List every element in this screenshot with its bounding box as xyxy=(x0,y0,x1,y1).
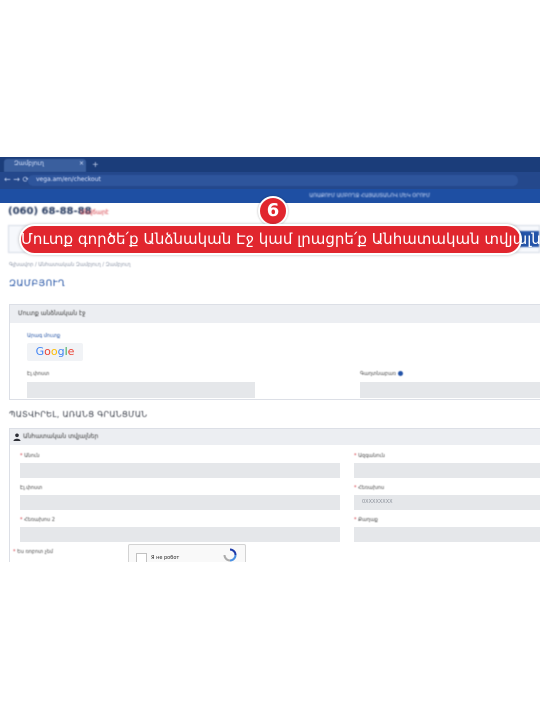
required-mark: * xyxy=(354,485,357,491)
login-password-field[interactable] xyxy=(360,382,540,398)
login-email-field[interactable] xyxy=(27,382,255,398)
google-login-button[interactable]: Google xyxy=(27,343,83,361)
site-phone[interactable]: (060) 68-88-88 xyxy=(8,206,92,217)
google-logo-letter: G xyxy=(35,345,45,358)
user-icon xyxy=(13,433,21,441)
city-select[interactable] xyxy=(354,527,540,542)
required-mark: * xyxy=(20,517,23,523)
personal-data-header: Անհատական տվյալներ xyxy=(10,429,540,445)
site-phone-note: Անվճարէ xyxy=(80,209,109,216)
phone-label: * Հեռախոս xyxy=(354,485,384,491)
browser-tab-bar: Զամբյուղ × + xyxy=(0,157,540,172)
first-name-label: * Անուն xyxy=(20,453,40,459)
phone2-label: * Հեռախոս 2 xyxy=(20,517,55,523)
login-password-label: Գաղտնաբառ xyxy=(360,371,403,377)
tutorial-canvas: Զամբյուղ × + ← → ⟳ vega.am/en/checkout Ա… xyxy=(0,0,540,720)
phone-label-text: Հեռախոս xyxy=(358,485,385,491)
navigation-arrows-icon[interactable]: ← → ⟳ xyxy=(4,175,29,184)
quick-login-label: Արագ մուտք xyxy=(27,333,61,339)
google-logo-letter: e xyxy=(67,345,75,358)
new-tab-icon[interactable]: + xyxy=(92,160,99,169)
captcha-label: * Ես ռոբոտ չեմ xyxy=(13,549,53,555)
phone-field[interactable]: 0XXXXXXXX xyxy=(354,495,540,510)
login-email-label: Էլ.փոստ xyxy=(27,371,50,377)
google-logo-letter: o xyxy=(44,345,51,358)
recaptcha-logo-icon xyxy=(223,548,237,562)
browser-address-bar: ← → ⟳ vega.am/en/checkout xyxy=(0,172,540,189)
first-name-label-text: Անուն xyxy=(24,453,40,459)
city-label: * Քաղաք xyxy=(354,517,378,523)
required-mark: * xyxy=(354,453,357,459)
breadcrumb[interactable]: Գլխավոր / Անհատական Զամբյուղ / Զամբյուղ xyxy=(9,262,131,268)
login-password-label-text: Գաղտնաբառ xyxy=(360,371,396,377)
first-name-field[interactable] xyxy=(20,463,340,478)
required-mark: * xyxy=(354,517,357,523)
browser-tab-title: Զամբյուղ xyxy=(14,160,44,167)
personal-data-panel: Անհատական տվյալներ * Անուն * Ազգանուն Էլ… xyxy=(9,428,540,562)
last-name-field[interactable] xyxy=(354,463,540,478)
google-logo-letter: o xyxy=(50,345,58,358)
phone-placeholder: 0XXXXXXXX xyxy=(362,499,393,505)
city-label-text: Քաղաք xyxy=(358,517,378,523)
phone2-label-text: Հեռախոս 2 xyxy=(24,517,55,523)
login-panel: Մուտք անձնական էջ Արագ մուտք Google Էլ.փ… xyxy=(9,304,540,400)
checkout-screenshot: Զամբյուղ × + ← → ⟳ vega.am/en/checkout Ա… xyxy=(0,157,540,562)
browser-tab[interactable]: Զամբյուղ × xyxy=(4,159,86,172)
url-field[interactable]: vega.am/en/checkout xyxy=(28,175,518,186)
phone2-field[interactable] xyxy=(20,527,340,542)
required-mark: * xyxy=(20,453,23,459)
guest-checkout-heading: ՊԱՏՎԻՐԵԼ, ԱՌԱՆՑ ԳՐԱՆՑՄԱՆ xyxy=(9,410,148,419)
instruction-callout: Մուտք գործե՛ք Անձնական Էջ կամ լրացրե՛ք Ա… xyxy=(19,224,540,255)
recaptcha-widget: Я не робот xyxy=(128,544,246,562)
help-icon[interactable] xyxy=(397,371,403,376)
last-name-label-text: Ազգանուն xyxy=(358,453,385,459)
step-number-badge: 6 xyxy=(258,196,288,226)
last-name-label: * Ազգանուն xyxy=(354,453,385,459)
personal-data-heading: Անհատական տվյալներ xyxy=(23,433,99,440)
site-top-bar-text: ԱՌԱՔՈՒՄ ԱՄԲՈՂՋ ՀԱՅԱՍՏԱՆՈՎ ՄԵԿ ՕՐՈՒՄ xyxy=(309,193,430,199)
email-label: Էլ.փոստ xyxy=(20,485,43,491)
recaptcha-text: Я не робот xyxy=(151,555,180,561)
google-logo-letter: g xyxy=(57,345,65,358)
page-title: ԶԱՄԲՅՈՒՂ xyxy=(9,279,66,289)
required-mark: * xyxy=(13,549,16,555)
email-field[interactable] xyxy=(20,495,340,510)
url-text: vega.am/en/checkout xyxy=(36,176,101,183)
recaptcha-checkbox[interactable] xyxy=(136,553,147,562)
captcha-label-text: Ես ռոբոտ չեմ xyxy=(17,549,54,555)
close-icon[interactable]: × xyxy=(79,160,84,167)
login-panel-header: Մուտք անձնական էջ xyxy=(10,305,540,323)
login-heading: Մուտք անձնական էջ xyxy=(18,310,86,317)
